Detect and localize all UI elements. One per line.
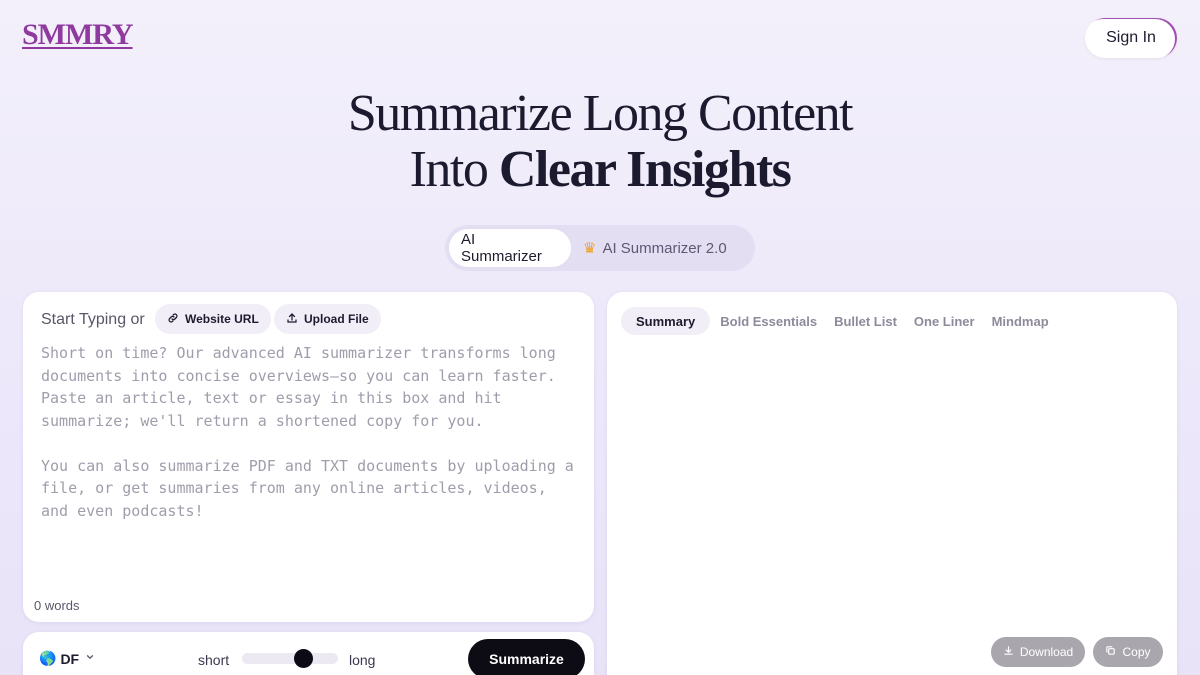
website-url-label: Website URL xyxy=(185,312,259,326)
hero-line-1: Summarize Long Content xyxy=(347,85,854,142)
upload-file-label: Upload File xyxy=(304,312,369,326)
hero-line-2-strong: Clear Insights xyxy=(498,141,792,198)
output-tabs: Summary Bold Essentials Bullet List One … xyxy=(621,307,1066,335)
length-slider-thumb[interactable] xyxy=(293,649,313,668)
start-typing-label: Start Typing or xyxy=(41,311,145,328)
download-icon xyxy=(1003,645,1014,659)
sign-in-button[interactable]: Sign In xyxy=(1085,18,1177,58)
download-label: Download xyxy=(1019,645,1074,659)
summarize-button[interactable]: Summarize xyxy=(468,639,585,675)
copy-label: Copy xyxy=(1122,645,1151,659)
tab-ai-summarizer[interactable]: AI Summarizer xyxy=(449,229,571,267)
tab-summary[interactable]: Summary xyxy=(621,307,711,335)
tab-one-liner[interactable]: One Liner xyxy=(914,307,975,335)
output-panel: Summary Bold Essentials Bullet List One … xyxy=(607,292,1177,675)
globe-icon: 🌎 xyxy=(39,650,57,666)
upload-file-button[interactable]: Upload File xyxy=(274,304,381,334)
website-url-button[interactable]: Website URL xyxy=(155,304,271,334)
copy-icon xyxy=(1105,645,1116,659)
tab-bold-essentials[interactable]: Bold Essentials xyxy=(720,307,817,335)
hero-heading: Summarize Long Content Into Clear Insigh… xyxy=(0,86,1200,198)
placeholder-paragraph-2: You can also summarize PDF and TXT docum… xyxy=(41,456,574,520)
smmry-logo[interactable]: SMMRY xyxy=(22,18,134,52)
length-slider-track[interactable] xyxy=(242,653,338,664)
language-code: DF xyxy=(60,650,80,667)
tab-label: AI Summarizer 2.0 xyxy=(602,239,727,257)
length-long-label: long xyxy=(349,652,376,668)
chevron-down-icon xyxy=(85,652,95,665)
tab-ai-summarizer-2[interactable]: ♛ AI Summarizer 2.0 xyxy=(571,229,739,267)
download-button[interactable]: Download xyxy=(991,637,1085,667)
length-short-label: short xyxy=(198,652,230,668)
mode-tabs: AI Summarizer ♛ AI Summarizer 2.0 xyxy=(445,225,755,271)
upload-icon xyxy=(286,312,298,327)
hero-line-2: Into Clear Insights xyxy=(0,142,1200,198)
link-icon xyxy=(167,312,179,327)
language-select[interactable]: 🌎 DF xyxy=(39,650,95,667)
controls-bar: 🌎 DF short long Summarize xyxy=(23,632,594,675)
placeholder-paragraph-1: Short on time? Our advanced AI summarize… xyxy=(41,344,556,430)
crown-icon: ♛ xyxy=(583,240,597,257)
hero-line-2-regular: Into xyxy=(409,141,499,198)
word-count: 0 words xyxy=(34,598,80,613)
input-panel: Start Typing or Website URL Upload File … xyxy=(23,292,594,622)
text-input-area[interactable]: Short on time? Our advanced AI summarize… xyxy=(41,342,581,545)
tab-bullet-list[interactable]: Bullet List xyxy=(834,307,897,335)
tab-mindmap[interactable]: Mindmap xyxy=(992,307,1049,335)
tab-label: AI Summarizer xyxy=(461,231,542,265)
copy-button[interactable]: Copy xyxy=(1093,637,1163,667)
